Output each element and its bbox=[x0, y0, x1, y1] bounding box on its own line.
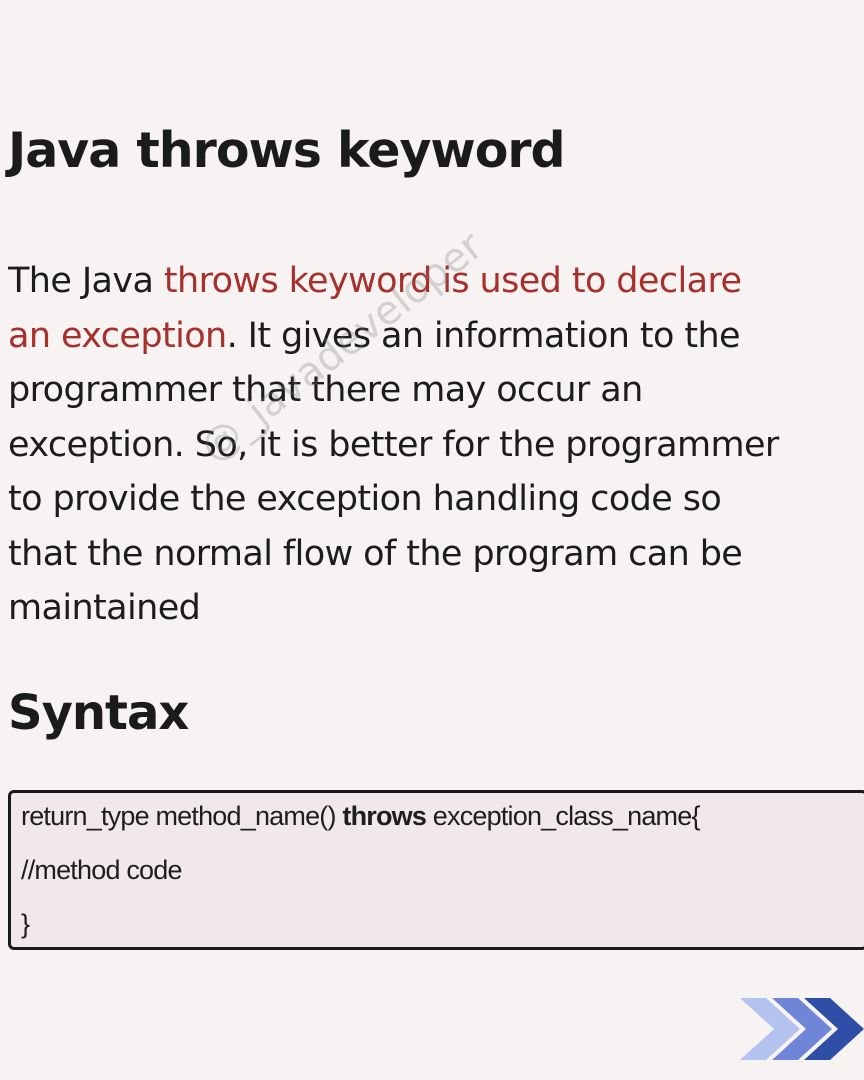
code-block: return_type method_name() throws excepti… bbox=[8, 790, 864, 950]
page: Java throws keyword The Java throws keyw… bbox=[0, 0, 864, 1080]
code-text: exception_class_name{ bbox=[426, 801, 701, 831]
highlighted-text: throws keyword is used to declare bbox=[163, 261, 742, 301]
chevron-right-triple-icon[interactable] bbox=[740, 996, 864, 1062]
paragraph-line-2: an exception. It gives an information to… bbox=[8, 309, 864, 364]
code-line-2: //method code bbox=[21, 855, 183, 885]
highlighted-text: an exception bbox=[8, 315, 227, 356]
paragraph-text: The Java bbox=[8, 261, 164, 301]
paragraph-line-6: that the normal flow of the program can … bbox=[8, 533, 743, 574]
description-paragraph: The Java throws keyword is used to decla… bbox=[8, 254, 864, 636]
syntax-heading: Syntax bbox=[8, 685, 189, 741]
paragraph-line-3: programmer that there may occur an bbox=[8, 370, 643, 410]
paragraph-line-1: The Java throws keyword is used to decla… bbox=[8, 254, 864, 309]
paragraph-line-4: exception. So, it is better for the prog… bbox=[8, 424, 779, 465]
code-line-3: } bbox=[21, 909, 30, 939]
page-title: Java throws keyword bbox=[8, 122, 566, 179]
code-line-1: return_type method_name() throws excepti… bbox=[21, 801, 700, 832]
paragraph-line-7: maintained bbox=[8, 588, 201, 628]
paragraph-line-5: to provide the exception handling code s… bbox=[8, 479, 722, 519]
code-text: return_type method_name() bbox=[21, 801, 343, 831]
paragraph-text: . It gives an information to the bbox=[226, 315, 741, 356]
code-keyword: throws bbox=[342, 801, 427, 831]
